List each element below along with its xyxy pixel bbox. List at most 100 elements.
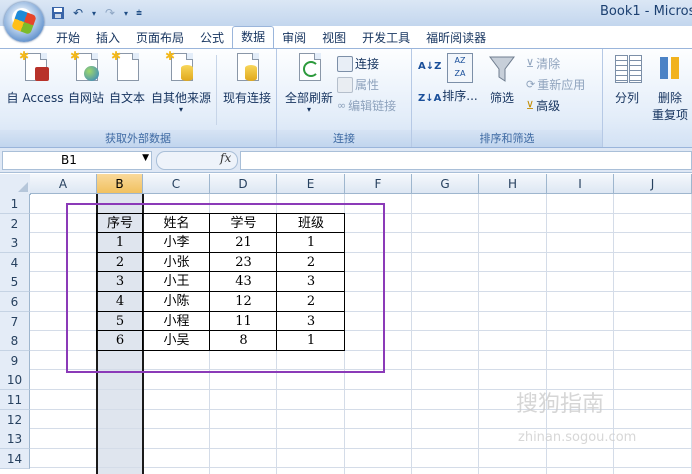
gridline bbox=[478, 194, 479, 474]
undo-dropdown-icon[interactable]: ▾ bbox=[90, 5, 98, 21]
redo-dropdown-icon[interactable]: ▾ bbox=[122, 5, 130, 21]
text-to-columns-button[interactable]: 分列 bbox=[607, 53, 647, 106]
advanced-filter-label: 高级 bbox=[536, 99, 561, 113]
refresh-all-button[interactable]: 全部刷新 ▾ bbox=[281, 53, 337, 114]
row-header-1[interactable]: 1 bbox=[0, 194, 30, 214]
tab-home[interactable]: 开始 bbox=[48, 28, 88, 48]
insert-function-icon[interactable]: fx bbox=[220, 151, 231, 165]
row-header-11[interactable]: 11 bbox=[0, 390, 30, 410]
properties-label: 属性 bbox=[355, 78, 380, 92]
customize-qat-icon[interactable]: ⩧ bbox=[134, 5, 144, 21]
undo-icon[interactable]: ↶ bbox=[70, 5, 86, 21]
group-sort-filter: A↓Z Z↓A AZ ZA 排序... 筛选 ⊻ 清除 ⟳ 重新应用 ⊻ 高级 排… bbox=[412, 49, 603, 147]
sort-label: 排序... bbox=[442, 89, 478, 103]
group-label-get-external-data: 获取外部数据 bbox=[0, 130, 276, 147]
row-header-12[interactable]: 12 bbox=[0, 409, 30, 430]
filter-button[interactable]: 筛选 bbox=[484, 53, 520, 106]
refresh-icon bbox=[295, 53, 323, 85]
column-header-e[interactable]: E bbox=[277, 174, 345, 194]
from-web-label: 自网站 bbox=[67, 91, 104, 105]
tab-insert[interactable]: 插入 bbox=[88, 28, 128, 48]
column-header-d[interactable]: D bbox=[210, 174, 277, 194]
clear-filter-button[interactable]: ⊻ 清除 bbox=[526, 55, 560, 72]
existing-connections-button[interactable]: 现有连接 bbox=[220, 53, 274, 106]
edit-links-label: 编辑链接 bbox=[348, 99, 397, 113]
web-globe-icon: ✱ bbox=[70, 49, 100, 85]
advanced-filter-button[interactable]: ⊻ 高级 bbox=[526, 97, 560, 114]
row-header-6[interactable]: 6 bbox=[0, 292, 30, 312]
from-other-sources-button[interactable]: ✱ 自其他来源 ▾ bbox=[148, 49, 214, 114]
row-header-3[interactable]: 3 bbox=[0, 233, 30, 254]
sort-za-icon: Z↓A bbox=[418, 93, 442, 104]
column-header-h[interactable]: H bbox=[479, 174, 547, 194]
tab-data[interactable]: 数据 bbox=[232, 26, 275, 48]
properties-icon bbox=[337, 76, 353, 93]
column-header-b[interactable]: B bbox=[97, 174, 143, 194]
remove-duplicates-button[interactable]: 删除 重复项 bbox=[647, 53, 692, 123]
from-other-sources-label: 自其他来源 bbox=[150, 91, 211, 105]
remove-duplicates-icon bbox=[656, 53, 684, 85]
text-to-columns-icon bbox=[613, 53, 642, 85]
text-to-columns-label: 分列 bbox=[614, 91, 639, 105]
group-connections: 全部刷新 ▾ 连接 属性 ∞ 编辑链接 连接 bbox=[277, 49, 412, 147]
existing-connections-icon bbox=[233, 53, 261, 85]
reapply-button[interactable]: ⟳ 重新应用 bbox=[526, 76, 585, 93]
clear-filter-label: 清除 bbox=[536, 57, 561, 71]
column-header-i[interactable]: I bbox=[547, 174, 614, 194]
watermark-url: zhinan.sogou.com bbox=[518, 430, 637, 445]
from-text-button[interactable]: ✱ 自文本 bbox=[106, 49, 148, 106]
refresh-all-label: 全部刷新 bbox=[284, 91, 333, 105]
tab-developer[interactable]: 开发工具 bbox=[354, 28, 418, 48]
name-box-value: B1 bbox=[61, 153, 77, 167]
from-access-button[interactable]: ✱ 自 Access bbox=[6, 49, 64, 106]
tab-review[interactable]: 审阅 bbox=[274, 28, 314, 48]
row-header-14[interactable]: 14 bbox=[0, 448, 30, 469]
group-get-external-data: ✱ 自 Access ✱ 自网站 ✱ 自文本 ✱ 自其他来源 ▾ 现有连接 获取… bbox=[0, 49, 277, 147]
filter-label: 筛选 bbox=[489, 91, 514, 105]
name-box[interactable]: B1 ▼ bbox=[2, 151, 152, 170]
tab-foxit-reader[interactable]: 福昕阅读器 bbox=[418, 28, 494, 48]
quick-access-toolbar: ↶ ▾ ↷ ▾ ⩧ bbox=[50, 4, 144, 22]
formula-input[interactable] bbox=[240, 151, 692, 170]
row-header-7[interactable]: 7 bbox=[0, 311, 30, 332]
chevron-down-icon[interactable]: ▼ bbox=[142, 153, 149, 163]
gridline bbox=[30, 447, 692, 449]
connections-button[interactable]: 连接 bbox=[337, 55, 379, 72]
row-header-5[interactable]: 5 bbox=[0, 272, 30, 293]
connections-label: 连接 bbox=[355, 57, 380, 71]
ribbon: ✱ 自 Access ✱ 自网站 ✱ 自文本 ✱ 自其他来源 ▾ 现有连接 获取… bbox=[0, 48, 692, 148]
group-data-tools: 分列 删除 重复项 bbox=[603, 49, 692, 147]
tab-view[interactable]: 视图 bbox=[314, 28, 354, 48]
row-header-8[interactable]: 8 bbox=[0, 331, 30, 352]
from-text-label: 自文本 bbox=[108, 91, 145, 105]
edit-links-button[interactable]: ∞ 编辑链接 bbox=[337, 97, 396, 114]
row-header-4[interactable]: 4 bbox=[0, 252, 30, 273]
properties-button[interactable]: 属性 bbox=[337, 76, 379, 93]
column-header-f[interactable]: F bbox=[345, 174, 412, 194]
worksheet-grid[interactable]: ABCDEFGHIJ 1 2 3 4 5 6 7 8 9 10 11 12 13 14 序号 姓名 学号 班级 1… bbox=[0, 174, 692, 474]
column-header-c[interactable]: C bbox=[143, 174, 210, 194]
tab-formulas[interactable]: 公式 bbox=[192, 28, 232, 48]
sort-ascending-button[interactable]: A↓Z bbox=[418, 61, 441, 72]
sort-dialog-icon: AZ ZA bbox=[447, 53, 473, 83]
row-header-9[interactable]: 9 bbox=[0, 350, 30, 371]
column-header-j[interactable]: J bbox=[614, 174, 692, 194]
window-title: Book1 - Micros bbox=[600, 4, 692, 19]
tab-page-layout[interactable]: 页面布局 bbox=[128, 28, 192, 48]
redo-icon[interactable]: ↷ bbox=[102, 5, 118, 21]
sort-button[interactable]: AZ ZA 排序... bbox=[440, 53, 480, 104]
row-header-10[interactable]: 10 bbox=[0, 370, 30, 391]
from-web-button[interactable]: ✱ 自网站 bbox=[66, 49, 106, 106]
text-file-icon: ✱ bbox=[111, 49, 141, 85]
sort-descending-button[interactable]: Z↓A bbox=[418, 93, 441, 104]
access-file-icon: ✱ bbox=[19, 49, 49, 85]
row-header-13[interactable]: 13 bbox=[0, 429, 30, 450]
save-icon[interactable] bbox=[50, 5, 66, 21]
link-icon: ∞ bbox=[337, 99, 347, 112]
select-all-button[interactable] bbox=[0, 174, 31, 195]
column-header-g[interactable]: G bbox=[412, 174, 479, 194]
existing-connections-label: 现有连接 bbox=[222, 91, 271, 105]
office-button[interactable] bbox=[4, 2, 44, 42]
row-header-2[interactable]: 2 bbox=[0, 213, 30, 234]
column-header-a[interactable]: A bbox=[30, 174, 97, 194]
